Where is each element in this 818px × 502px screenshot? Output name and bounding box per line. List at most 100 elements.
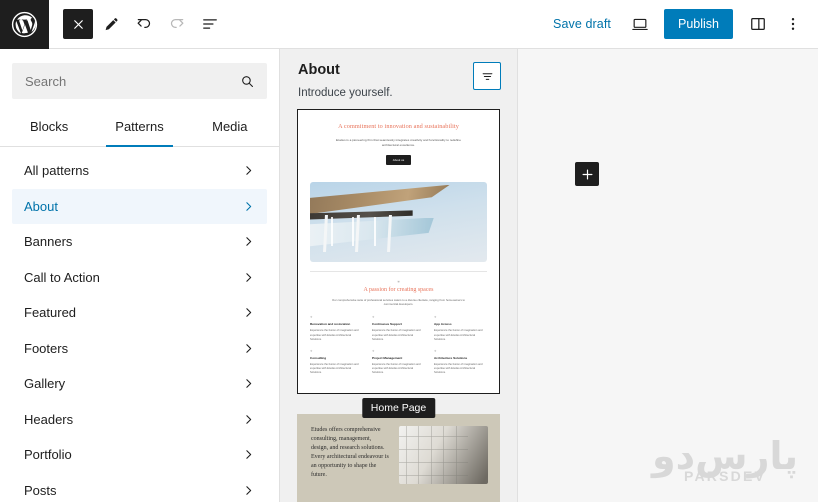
chevron-right-icon — [242, 271, 255, 284]
feature-body: Experience the fusion of imagination and… — [310, 363, 359, 375]
page-subtitle: Introduce yourself. — [298, 87, 393, 99]
pattern-category-label: Banners — [24, 234, 73, 250]
wordpress-logo-icon[interactable] — [0, 0, 49, 49]
block-inserter-panel: Blocks Patterns Media All patterns About — [0, 49, 280, 502]
editor-canvas[interactable]: پارس‌دو PARSDEV — [518, 49, 818, 502]
pattern-hero-section: A commitment to innovation and sustainab… — [298, 110, 499, 176]
feature-title: Project Management — [372, 356, 403, 361]
chevron-right-icon — [242, 413, 255, 426]
chevron-right-icon — [242, 200, 255, 213]
search-container — [0, 49, 279, 109]
pattern-category-gallery[interactable]: Gallery — [12, 366, 267, 402]
watermark-persian-text: پارس‌دو — [652, 434, 798, 478]
pattern-category-about[interactable]: About — [12, 188, 267, 224]
feature-cell: ✳ Project Management Experience the fusi… — [372, 349, 425, 376]
pattern-category-call-to-action[interactable]: Call to Action — [12, 260, 267, 296]
pattern-feature-grid: ✳ Renovation and restoration Experience … — [298, 306, 499, 385]
desktop-preview-icon[interactable] — [624, 9, 655, 40]
pattern-category-label: Headers — [24, 411, 74, 427]
pattern-services-section: ✳ A passion for creating spaces Our comp… — [298, 272, 499, 307]
feature-bullet-icon: ✳ — [310, 349, 313, 354]
feature-bullet-icon: ✳ — [434, 315, 437, 320]
inserter-tabs: Blocks Patterns Media — [0, 109, 279, 147]
save-draft-button[interactable]: Save draft — [544, 11, 620, 37]
pattern-card-secondary[interactable]: Etudes offers comprehensive consulting, … — [297, 414, 500, 502]
chevron-right-icon — [242, 235, 255, 248]
page-title: About — [298, 62, 340, 78]
settings-sidebar-icon[interactable] — [742, 9, 773, 40]
feature-cell: ✳ Consulting Experience the fusion of im… — [310, 349, 363, 376]
chevron-right-icon — [242, 484, 255, 497]
pattern-category-label: About — [24, 198, 58, 214]
pattern-section-heading: A passion for creating spaces — [363, 286, 434, 293]
pattern-category-label: Call to Action — [24, 269, 100, 285]
editor-header-toolbar: Save draft Publish — [0, 0, 818, 49]
search-field[interactable] — [12, 63, 267, 99]
feature-bullet-icon: ✳ — [372, 315, 375, 320]
pattern-category-list: All patterns About Banners Call to Actio… — [0, 147, 279, 502]
pattern-preview-header: About Introduce yourself. — [280, 49, 517, 109]
pattern-category-label: All patterns — [24, 163, 90, 179]
pattern-section-paragraph: Our comprehensive suite of professional … — [332, 297, 465, 307]
pattern-hero-heading: A commitment to innovation and sustainab… — [338, 123, 459, 130]
pattern-category-banners[interactable]: Banners — [12, 224, 267, 260]
feature-cell: ✳ Architecture Solutions Experience the … — [434, 349, 487, 376]
pattern-hero-button: About us — [385, 154, 412, 165]
pattern-category-featured[interactable]: Featured — [12, 295, 267, 331]
pattern-card-home-page[interactable]: A commitment to innovation and sustainab… — [297, 109, 500, 394]
pattern-card-secondary-body: Etudes offers comprehensive consulting, … — [297, 414, 500, 502]
pattern-category-headers[interactable]: Headers — [12, 402, 267, 438]
tab-blocks[interactable]: Blocks — [4, 109, 94, 146]
feature-body: Experience the fusion of imagination and… — [372, 363, 421, 375]
close-editor-button[interactable] — [63, 9, 93, 39]
pattern-category-label: Posts — [24, 482, 57, 498]
feature-title: App Access — [434, 322, 452, 327]
feature-body: Experience the fusion of imagination and… — [310, 329, 359, 341]
pattern-preview-scroll-area[interactable]: A commitment to innovation and sustainab… — [280, 109, 517, 502]
chevron-right-icon — [242, 164, 255, 177]
search-magnifier-icon — [239, 73, 256, 90]
pattern-category-label: Portfolio — [24, 447, 72, 463]
edit-mode-button[interactable] — [96, 9, 126, 39]
pattern-category-portfolio[interactable]: Portfolio — [12, 437, 267, 473]
chevron-right-icon — [242, 306, 255, 319]
filter-funnel-icon[interactable] — [473, 62, 501, 90]
pattern-hero-paragraph: Etudes is a pioneering firm that seamles… — [335, 137, 462, 147]
feature-title: Architecture Solutions — [434, 356, 468, 361]
feature-cell: ✳ Continuous Support Experience the fusi… — [372, 315, 425, 342]
pattern-hero-image — [310, 181, 487, 262]
undo-button[interactable] — [129, 9, 159, 39]
section-bullet-icon: ✳ — [397, 279, 400, 284]
editor-body: Blocks Patterns Media All patterns About — [0, 49, 818, 502]
tab-patterns[interactable]: Patterns — [94, 109, 184, 147]
pattern-category-footers[interactable]: Footers — [12, 331, 267, 367]
parsdev-watermark: پارس‌دو PARSDEV — [652, 437, 798, 484]
pattern-card-secondary-image — [398, 426, 488, 484]
feature-bullet-icon: ✳ — [372, 349, 375, 354]
plus-icon[interactable] — [575, 162, 599, 186]
redo-button[interactable] — [162, 9, 192, 39]
pattern-card-secondary-text: Etudes offers comprehensive consulting, … — [311, 427, 389, 478]
pattern-category-label: Gallery — [24, 376, 66, 392]
pattern-category-label: Featured — [24, 305, 77, 321]
search-input[interactable] — [25, 73, 239, 89]
pattern-category-posts[interactable]: Posts — [12, 473, 267, 502]
pattern-category-label: Footers — [24, 340, 69, 356]
pattern-category-all-patterns[interactable]: All patterns — [12, 153, 267, 189]
feature-cell: ✳ Renovation and restoration Experience … — [310, 315, 363, 342]
chevron-right-icon — [242, 377, 255, 390]
feature-title: Continuous Support — [372, 322, 402, 327]
chevron-right-icon — [242, 448, 255, 461]
pattern-preview-heading-group: About Introduce yourself. — [298, 62, 473, 99]
building-deck-shape — [310, 217, 434, 247]
document-overview-button[interactable] — [195, 9, 225, 39]
feature-body: Experience the fusion of imagination and… — [434, 329, 483, 341]
publish-button[interactable]: Publish — [664, 9, 733, 39]
tab-media[interactable]: Media — [185, 109, 275, 146]
more-options-vertical-dots-icon[interactable] — [777, 9, 808, 40]
pattern-card-label: Home Page — [361, 398, 436, 418]
chevron-right-icon — [242, 342, 255, 355]
watermark-latin-text: PARSDEV — [683, 468, 767, 484]
header-tool-group — [49, 9, 225, 39]
feature-title: Renovation and restoration — [310, 322, 351, 327]
